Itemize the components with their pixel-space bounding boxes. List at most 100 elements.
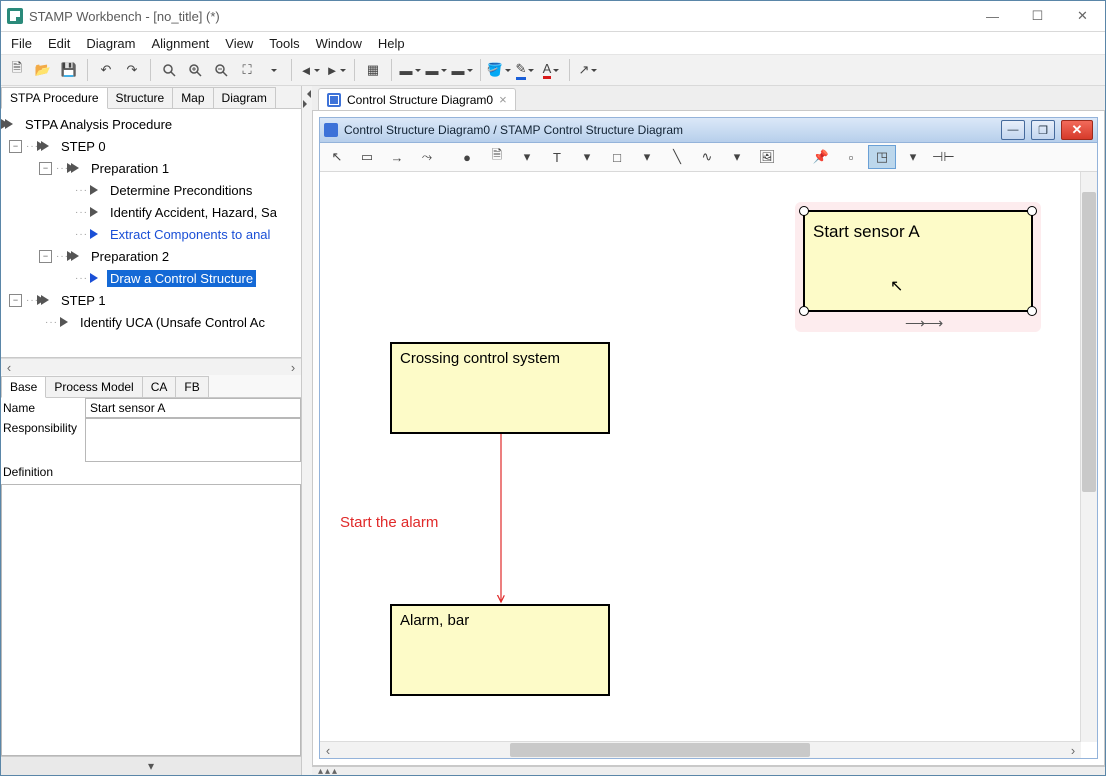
menu-alignment[interactable]: Alignment (145, 34, 215, 53)
procedure-tree[interactable]: STPA Analysis Procedure −··· STEP 0 −···… (1, 109, 301, 358)
subwindow-close-button[interactable]: ✕ (1061, 120, 1093, 140)
component-start-sensor-selected[interactable]: Start sensor A ⟶⟶ ↖ (795, 202, 1041, 332)
pin-icon[interactable]: 📌 (808, 146, 834, 168)
collapse-icon[interactable]: − (39, 250, 52, 263)
tab-fb[interactable]: FB (175, 376, 208, 397)
component-tool-icon[interactable]: ▭ (354, 146, 380, 168)
tab-stpa-procedure[interactable]: STPA Procedure (1, 87, 108, 109)
note-tool-icon[interactable]: 🗎 (484, 146, 510, 168)
tree-item-selected[interactable]: ··· Draw a Control Structure (1, 267, 301, 289)
name-field[interactable]: Start sensor A (85, 398, 301, 418)
minimize-button[interactable]: — (970, 2, 1015, 31)
tree-item[interactable]: ··· Identify UCA (Unsafe Control Ac (1, 311, 301, 333)
tab-map[interactable]: Map (172, 87, 213, 108)
line-color-icon[interactable]: ✎ (513, 58, 537, 82)
definition-field[interactable] (1, 484, 301, 756)
tab-control-structure-diagram[interactable]: Control Structure Diagram0 × (318, 88, 516, 110)
tree-step0[interactable]: −··· STEP 0 (1, 135, 301, 157)
scroll-left-icon[interactable]: ‹ (1, 359, 17, 375)
back-icon[interactable]: ◄ (298, 58, 322, 82)
scroll-right-icon[interactable]: › (1065, 742, 1081, 758)
rect-tool-icon[interactable]: □ (604, 146, 630, 168)
tab-diagram[interactable]: Diagram (213, 87, 276, 108)
feedback-link-tool-icon[interactable]: ⤳ (414, 146, 440, 168)
scrollbar-thumb[interactable] (1082, 192, 1096, 492)
image-tool-icon[interactable]: 🖼 (754, 146, 780, 168)
resize-handle[interactable] (1027, 206, 1037, 216)
tree-item[interactable]: ··· Determine Preconditions (1, 179, 301, 201)
rect-dropdown[interactable]: ▾ (634, 146, 660, 168)
scroll-left-icon[interactable]: ‹ (320, 742, 336, 758)
menu-edit[interactable]: Edit (42, 34, 76, 53)
text-tool-icon[interactable]: T (544, 146, 570, 168)
link-label[interactable]: Start the alarm (340, 514, 438, 531)
forward-icon[interactable]: ► (324, 58, 348, 82)
panel-collapse-button[interactable]: ▾ (1, 756, 301, 775)
collapse-icon[interactable]: − (9, 294, 22, 307)
resize-handle[interactable] (1027, 306, 1037, 316)
zoom-icon[interactable] (157, 58, 181, 82)
collapse-icon[interactable]: − (39, 162, 52, 175)
menu-diagram[interactable]: Diagram (80, 34, 141, 53)
subwindow-minimize-button[interactable]: — (1001, 120, 1025, 140)
tab-structure[interactable]: Structure (107, 87, 174, 108)
zoom-in-icon[interactable] (183, 58, 207, 82)
text-dropdown[interactable]: ▾ (574, 146, 600, 168)
open-icon[interactable]: 📂 (31, 58, 55, 82)
maximize-button[interactable]: ☐ (1015, 2, 1060, 31)
responsibility-field[interactable] (85, 418, 301, 462)
menu-file[interactable]: File (5, 34, 38, 53)
collapse-icon[interactable]: − (9, 140, 22, 153)
snap-guide-icon[interactable]: ⊣⊢ (930, 146, 957, 168)
resize-handle[interactable] (799, 306, 809, 316)
tab-ca[interactable]: CA (142, 376, 177, 397)
tab-close-icon[interactable]: × (499, 92, 507, 107)
fill-color-icon[interactable]: 🪣 (487, 58, 511, 82)
menu-tools[interactable]: Tools (263, 34, 305, 53)
tree-hscroll[interactable]: ‹ › (1, 358, 301, 375)
menu-window[interactable]: Window (310, 34, 368, 53)
tree-item[interactable]: ··· Identify Accident, Hazard, Sa (1, 201, 301, 223)
tree-prep2[interactable]: −··· Preparation 2 (1, 245, 301, 267)
line-tool-icon[interactable]: ╲ (664, 146, 690, 168)
tree-item[interactable]: ··· Extract Components to anal (1, 223, 301, 245)
curve-tool-icon[interactable]: ∿ (694, 146, 720, 168)
vertical-splitter[interactable] (302, 86, 312, 775)
grid-icon[interactable]: ▦ (361, 58, 385, 82)
bottom-splitter[interactable]: ▴▴▴ (312, 766, 1105, 775)
component-crossing-control[interactable]: Crossing control system (390, 342, 610, 434)
scrollbar-thumb[interactable] (510, 743, 810, 757)
curve-dropdown[interactable]: ▾ (724, 146, 750, 168)
point-tool-icon[interactable]: ● (454, 146, 480, 168)
note-dropdown[interactable]: ▾ (514, 146, 540, 168)
close-button[interactable]: ✕ (1060, 2, 1105, 31)
new-icon[interactable]: 🗎 (5, 58, 29, 82)
font-color-icon[interactable]: A (539, 58, 563, 82)
diagram-canvas[interactable]: Crossing control system Alarm, bar Start… (320, 172, 1097, 758)
zoom-out-icon[interactable] (209, 58, 233, 82)
redo-icon[interactable]: ↷ (120, 58, 144, 82)
scroll-right-icon[interactable]: › (285, 359, 301, 375)
subwindow-titlebar[interactable]: Control Structure Diagram0 / STAMP Contr… (320, 118, 1097, 143)
snap-dropdown[interactable]: ▾ (900, 146, 926, 168)
save-icon[interactable]: 💾 (57, 58, 81, 82)
zoom-dropdown[interactable] (261, 58, 285, 82)
resize-handle[interactable] (799, 206, 809, 216)
subwindow-restore-button[interactable]: ❐ (1031, 120, 1055, 140)
snap-point-icon[interactable]: ▫ (838, 146, 864, 168)
tab-base[interactable]: Base (1, 376, 46, 398)
align-left-icon[interactable]: ▬ (398, 58, 422, 82)
undo-icon[interactable]: ↶ (94, 58, 118, 82)
fit-icon[interactable]: ⛶ (235, 58, 259, 82)
menu-help[interactable]: Help (372, 34, 411, 53)
snap-corner-icon[interactable]: ◳ (868, 145, 896, 169)
tab-process-model[interactable]: Process Model (45, 376, 142, 397)
pointer-tool-icon[interactable]: ↖ (324, 146, 350, 168)
tree-root[interactable]: STPA Analysis Procedure (1, 113, 301, 135)
canvas-hscroll[interactable]: ‹ › (320, 741, 1081, 758)
connector-style-icon[interactable]: ↗ (576, 58, 600, 82)
component-alarm-bar[interactable]: Alarm, bar (390, 604, 610, 696)
canvas-vscroll[interactable] (1080, 172, 1097, 742)
align-center-icon[interactable]: ▬ (424, 58, 448, 82)
tree-prep1[interactable]: −··· Preparation 1 (1, 157, 301, 179)
